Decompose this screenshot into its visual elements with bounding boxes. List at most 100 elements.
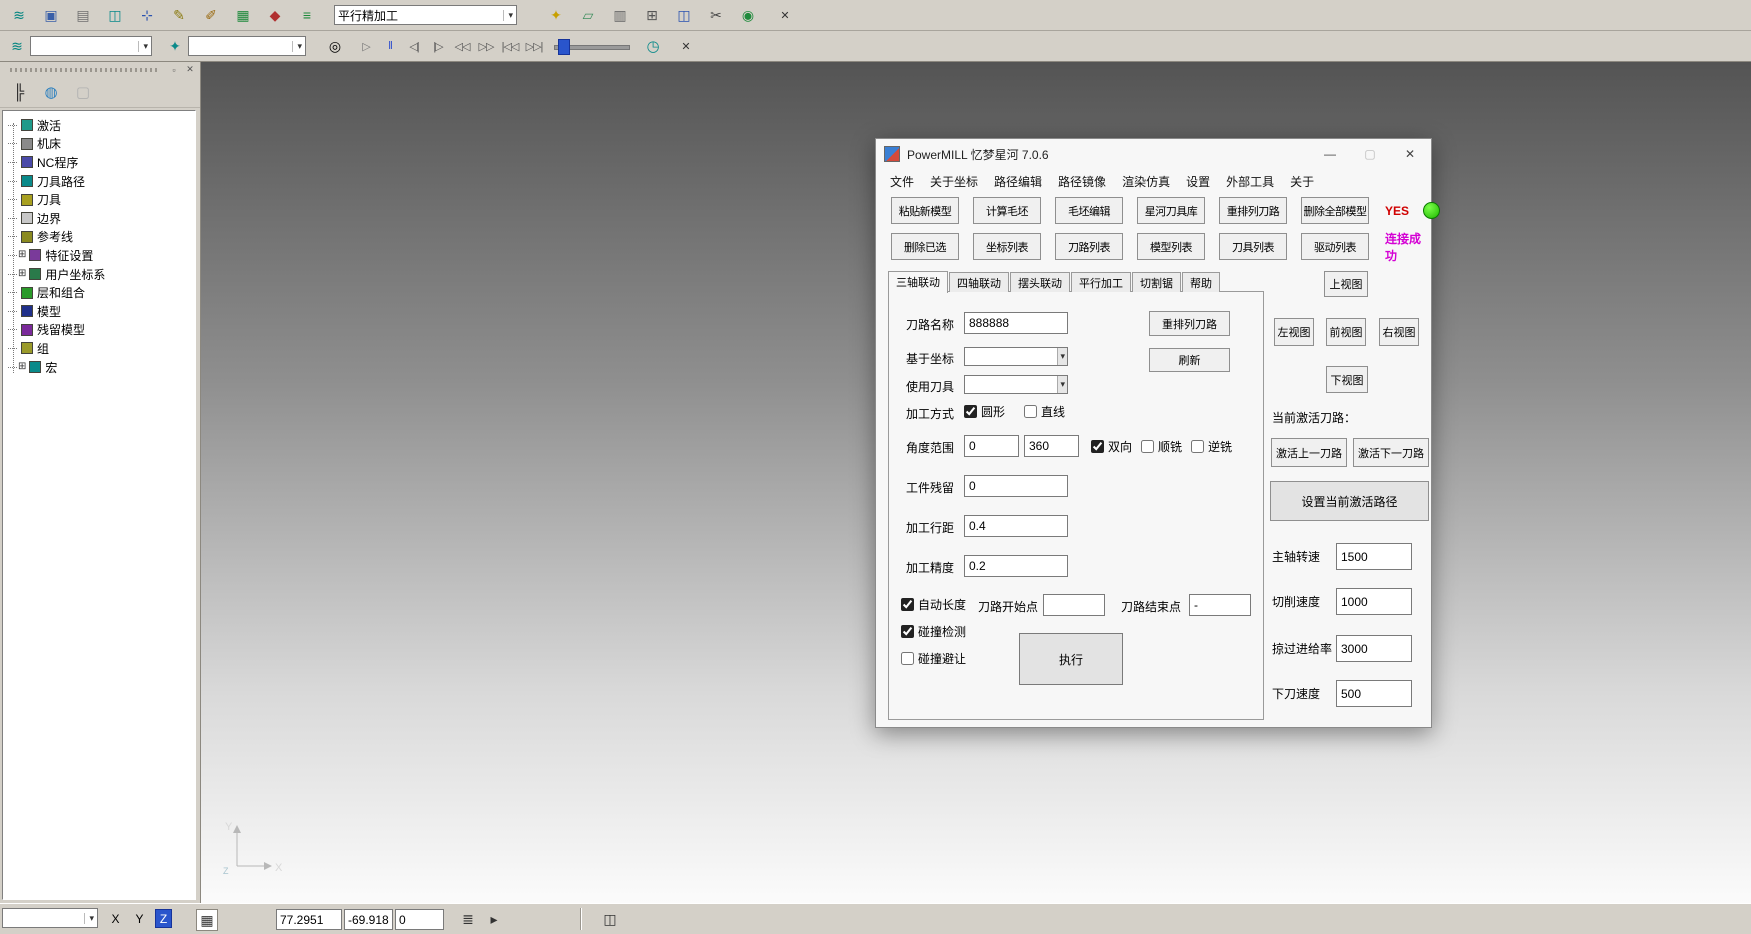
activate-next-toolpath-button[interactable]: 激活下一刀路 — [1353, 438, 1429, 467]
coordinate-x-input[interactable] — [276, 909, 342, 930]
dialog-action-button[interactable]: 星河刀具库 — [1137, 197, 1205, 224]
dialog-titlebar[interactable]: PowerMILL 忆梦星河 7.0.6 — ▢ ✕ — [876, 139, 1431, 169]
circle-checkbox-input[interactable] — [964, 405, 977, 418]
tool-create-icon[interactable]: ◆ — [262, 3, 288, 27]
menu-item[interactable]: 关于 — [1290, 173, 1314, 190]
play-button[interactable]: ▷ — [356, 36, 376, 56]
coord-base-combobox[interactable]: ▾ — [964, 347, 1068, 366]
pattern-edit-icon[interactable]: ✎ — [166, 3, 192, 27]
angle-to-input[interactable] — [1024, 435, 1079, 457]
rewind-button[interactable]: ◁◁ — [452, 36, 472, 56]
conventional-checkbox-input[interactable] — [1191, 440, 1204, 453]
tree-item[interactable]: 机床 — [3, 135, 195, 154]
tree-expander-icon[interactable]: ⊞ — [18, 250, 26, 260]
tab-help[interactable]: 帮助 — [1182, 272, 1220, 292]
tree-item[interactable]: 边界 — [3, 209, 195, 228]
spindle-speed-input[interactable] — [1336, 543, 1412, 570]
fast-forward-button[interactable]: ▷▷ — [476, 36, 496, 56]
stock-input[interactable] — [964, 475, 1068, 497]
dialog-action-button[interactable]: 计算毛坯 — [973, 197, 1041, 224]
tree-item[interactable]: 刀具 — [3, 190, 195, 209]
angle-from-input[interactable] — [964, 435, 1019, 457]
simulation-speed-slider[interactable] — [554, 38, 630, 54]
start-point-input[interactable] — [1043, 594, 1105, 616]
tree-item[interactable]: 刀具路径 — [3, 172, 195, 191]
menu-item[interactable]: 文件 — [890, 173, 914, 190]
toolbar-close-icon[interactable]: ✕ — [777, 7, 793, 23]
set-active-path-button[interactable]: 设置当前激活路径 — [1270, 481, 1429, 521]
cutting-feed-input[interactable] — [1336, 588, 1412, 615]
tree-item[interactable]: 残留模型 — [3, 321, 195, 340]
climb-mill-checkbox[interactable]: 顺铣 — [1141, 438, 1182, 455]
powermill-icon[interactable]: ≋ — [6, 3, 32, 27]
tree-item[interactable]: 参考线 — [3, 228, 195, 247]
explorer-tree-icon[interactable]: ╠ — [6, 79, 32, 105]
stepover-input[interactable] — [964, 515, 1068, 537]
auto-length-checkbox[interactable]: 自动长度 — [901, 596, 966, 613]
climb-checkbox-input[interactable] — [1141, 440, 1154, 453]
chevron-down-icon[interactable]: ▾ — [84, 913, 94, 924]
step-forward-button[interactable]: |▷ — [428, 36, 448, 56]
minimize-button[interactable]: — — [1323, 147, 1337, 161]
chevron-down-icon[interactable]: ▾ — [292, 41, 302, 52]
tree-item[interactable]: ⊞ 用户坐标系 — [3, 265, 195, 284]
tree-expander-icon[interactable]: ⊞ — [18, 362, 26, 372]
clock-icon[interactable]: ◷ — [640, 34, 666, 58]
jump-start-button[interactable]: |◁◁ — [500, 36, 520, 56]
toolbar-close-icon[interactable]: ✕ — [678, 38, 694, 54]
panel-restore-icon[interactable]: ▫ — [168, 65, 180, 75]
dialog-action-button[interactable]: 毛坯编辑 — [1055, 197, 1123, 224]
chevron-down-icon[interactable]: ▾ — [503, 10, 513, 21]
strategy-combobox[interactable]: 平行精加工 ▾ — [334, 5, 517, 25]
print-icon[interactable]: ▤ — [70, 3, 96, 27]
pointer-icon[interactable]: ▸ — [484, 909, 504, 929]
panel-grip[interactable]: ▫ ✕ — [0, 62, 200, 77]
dialog-action-button[interactable]: 坐标列表 — [973, 233, 1041, 260]
tree-item[interactable]: ⊞ 特征设置 — [3, 246, 195, 265]
left-view-button[interactable]: 左视图 — [1274, 318, 1314, 346]
dialog-action-button[interactable]: 刀路列表 — [1055, 233, 1123, 260]
toolpath-name-input[interactable] — [964, 312, 1068, 334]
chevron-down-icon[interactable]: ▾ — [138, 41, 148, 52]
web-icon[interactable]: ◍ — [38, 79, 64, 105]
menu-item[interactable]: 设置 — [1186, 173, 1210, 190]
refresh-button[interactable]: 刷新 — [1149, 348, 1230, 372]
axis-x-button[interactable]: X — [107, 909, 124, 928]
axis-y-button[interactable]: Y — [131, 909, 148, 928]
execute-button[interactable]: 执行 — [1019, 633, 1123, 685]
calculator-icon[interactable]: ⊞ — [639, 3, 665, 27]
jump-end-button[interactable]: ▷▷| — [524, 36, 544, 56]
use-tool-combobox[interactable]: ▾ — [964, 375, 1068, 394]
toolpath-calc-icon[interactable]: ✦ — [543, 3, 569, 27]
coordinate-y-input[interactable] — [344, 909, 393, 930]
ghost-tool-icon[interactable]: ▢ — [70, 79, 96, 105]
bottom-view-button[interactable]: 下视图 — [1326, 366, 1368, 393]
bidirectional-checkbox[interactable]: 双向 — [1091, 438, 1132, 455]
menu-item[interactable]: 关于坐标 — [930, 173, 978, 190]
tree-item[interactable]: 激活 — [3, 116, 195, 135]
auto-length-checkbox-input[interactable] — [901, 598, 914, 611]
tree-item[interactable]: 模型 — [3, 302, 195, 321]
axis-z-button[interactable]: Z — [155, 909, 172, 928]
maximize-button[interactable]: ▢ — [1363, 147, 1377, 161]
panel-close-icon[interactable]: ✕ — [184, 64, 196, 75]
dialog-action-button[interactable]: 删除已选 — [891, 233, 959, 260]
save-icon[interactable]: ▣ — [38, 3, 64, 27]
clipping-icon[interactable]: ✂ — [703, 3, 729, 27]
front-view-button[interactable]: 前视图 — [1326, 318, 1366, 346]
tile-windows-icon[interactable]: ◫ — [600, 909, 620, 929]
active-toolpath-icon[interactable]: ✦ — [162, 34, 188, 58]
tab-4axis[interactable]: 四轴联动 — [949, 272, 1009, 292]
tree-item[interactable]: 组 — [3, 339, 195, 358]
chevron-down-icon[interactable]: ▾ — [1057, 376, 1067, 393]
method-circle-checkbox[interactable]: 圆形 — [964, 403, 1005, 420]
tolerance-input[interactable] — [964, 555, 1068, 577]
rapid-feed-input[interactable] — [1336, 635, 1412, 662]
paste-model-icon[interactable]: ◫ — [102, 3, 128, 27]
collision-check-checkbox-input[interactable] — [901, 625, 914, 638]
statistics-icon[interactable]: ◫ — [671, 3, 697, 27]
curve-edit-icon[interactable]: ✐ — [198, 3, 224, 27]
slider-handle[interactable] — [558, 39, 570, 55]
light-bulb-icon[interactable]: ◎ — [322, 34, 348, 58]
bidir-checkbox-input[interactable] — [1091, 440, 1104, 453]
